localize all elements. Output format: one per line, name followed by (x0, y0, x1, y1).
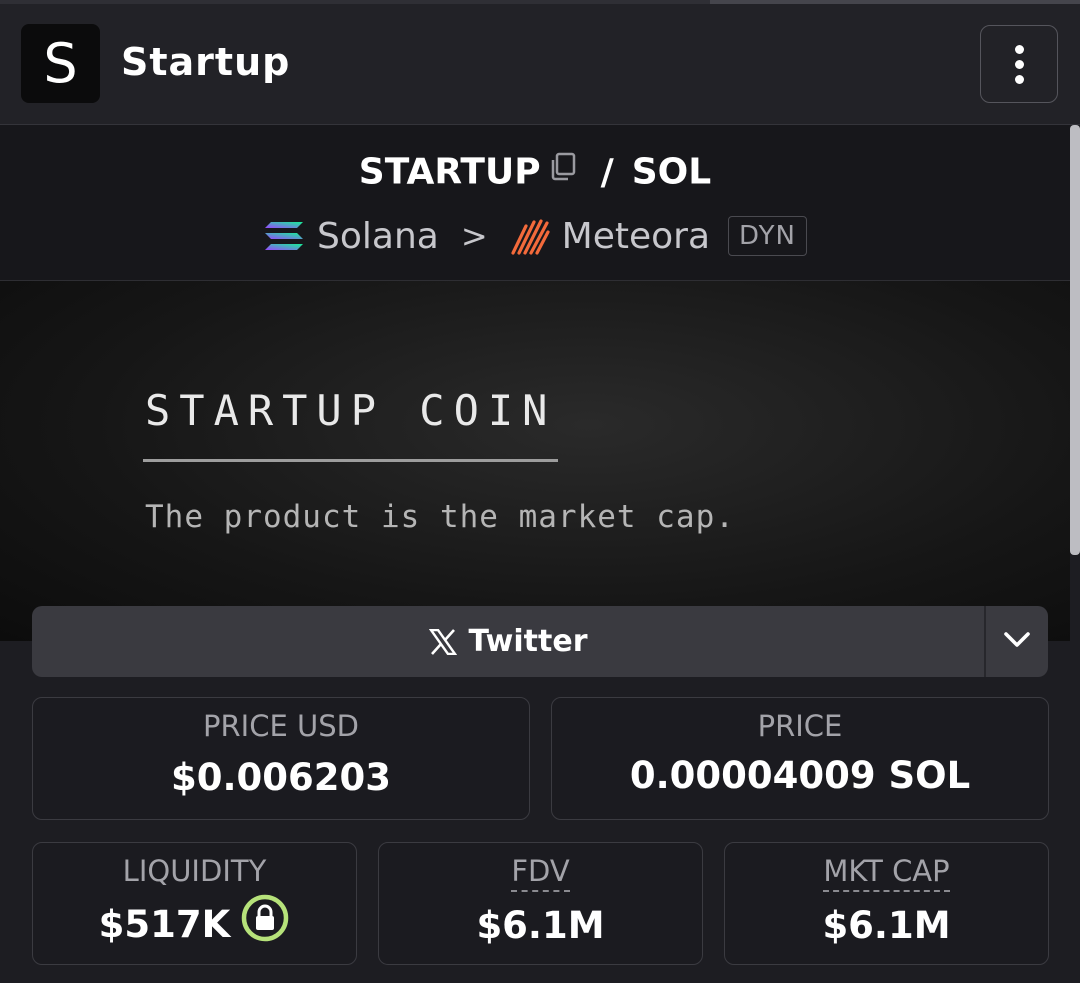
dex-link[interactable]: Meteora (562, 216, 710, 257)
token-banner-image: STARTUP COIN The product is the market c… (0, 281, 1070, 641)
app-title: Startup (121, 40, 291, 84)
price-usd-card: PRICE USD $0.006203 (32, 697, 530, 820)
mkt-cap-label[interactable]: MKT CAP (823, 854, 950, 892)
liquidity-card: LIQUIDITY $517K (32, 842, 357, 965)
banner-divider (143, 459, 558, 462)
base-symbol: STARTUP (358, 151, 541, 193)
fdv-label-wrap: FDV (379, 854, 702, 892)
price-usd-label: PRICE USD (203, 709, 359, 743)
fdv-value: $6.1M (476, 904, 605, 947)
solana-icon (263, 219, 305, 253)
app-header: S Startup (0, 4, 1080, 125)
copy-icon[interactable] (549, 150, 577, 191)
menu-dots-icon (1014, 44, 1024, 84)
liquidity-value-row: $517K (33, 894, 356, 952)
mkt-cap-card: MKT CAP $6.1M (724, 842, 1049, 965)
chevron-down-icon (1003, 631, 1031, 653)
fdv-label[interactable]: FDV (511, 854, 570, 892)
scrollbar[interactable] (1070, 125, 1080, 555)
price-native-card: PRICE 0.00004009 SOL (551, 697, 1049, 820)
app-logo[interactable]: S (21, 24, 100, 103)
pool-type-badge: DYN (728, 216, 807, 256)
pair-separator: / (600, 151, 614, 193)
quote-symbol: SOL (631, 151, 712, 193)
chevron-right-icon: > (460, 217, 488, 255)
mkt-cap-value: $6.1M (822, 904, 951, 947)
twitter-button[interactable]: Twitter (32, 606, 984, 677)
pair-title: STARTUP / SOL (0, 150, 1070, 197)
price-usd-value: $0.006203 (170, 756, 391, 799)
mkt-cap-label-wrap: MKT CAP (725, 854, 1048, 892)
lock-icon[interactable] (240, 893, 290, 952)
menu-button[interactable] (980, 25, 1058, 103)
network-link[interactable]: Solana (317, 216, 439, 257)
price-native-value: 0.00004009 SOL (629, 754, 971, 797)
fdv-card: FDV $6.1M (378, 842, 703, 965)
banner-title: STARTUP COIN (145, 386, 557, 435)
liquidity-label: LIQUIDITY (122, 854, 267, 888)
meteora-icon (510, 216, 550, 256)
pair-info: STARTUP / SOL Solana > Meteora DYN (0, 125, 1070, 281)
social-links-bar: Twitter (32, 606, 1048, 677)
more-links-toggle[interactable] (986, 606, 1048, 677)
twitter-label: Twitter (468, 624, 588, 659)
liquidity-value: $517K (98, 903, 231, 946)
price-native-label: PRICE (757, 709, 843, 743)
banner-tagline: The product is the market cap. (145, 499, 735, 535)
chain-breadcrumb: Solana > Meteora DYN (0, 211, 1070, 261)
x-logo-icon (428, 628, 457, 655)
